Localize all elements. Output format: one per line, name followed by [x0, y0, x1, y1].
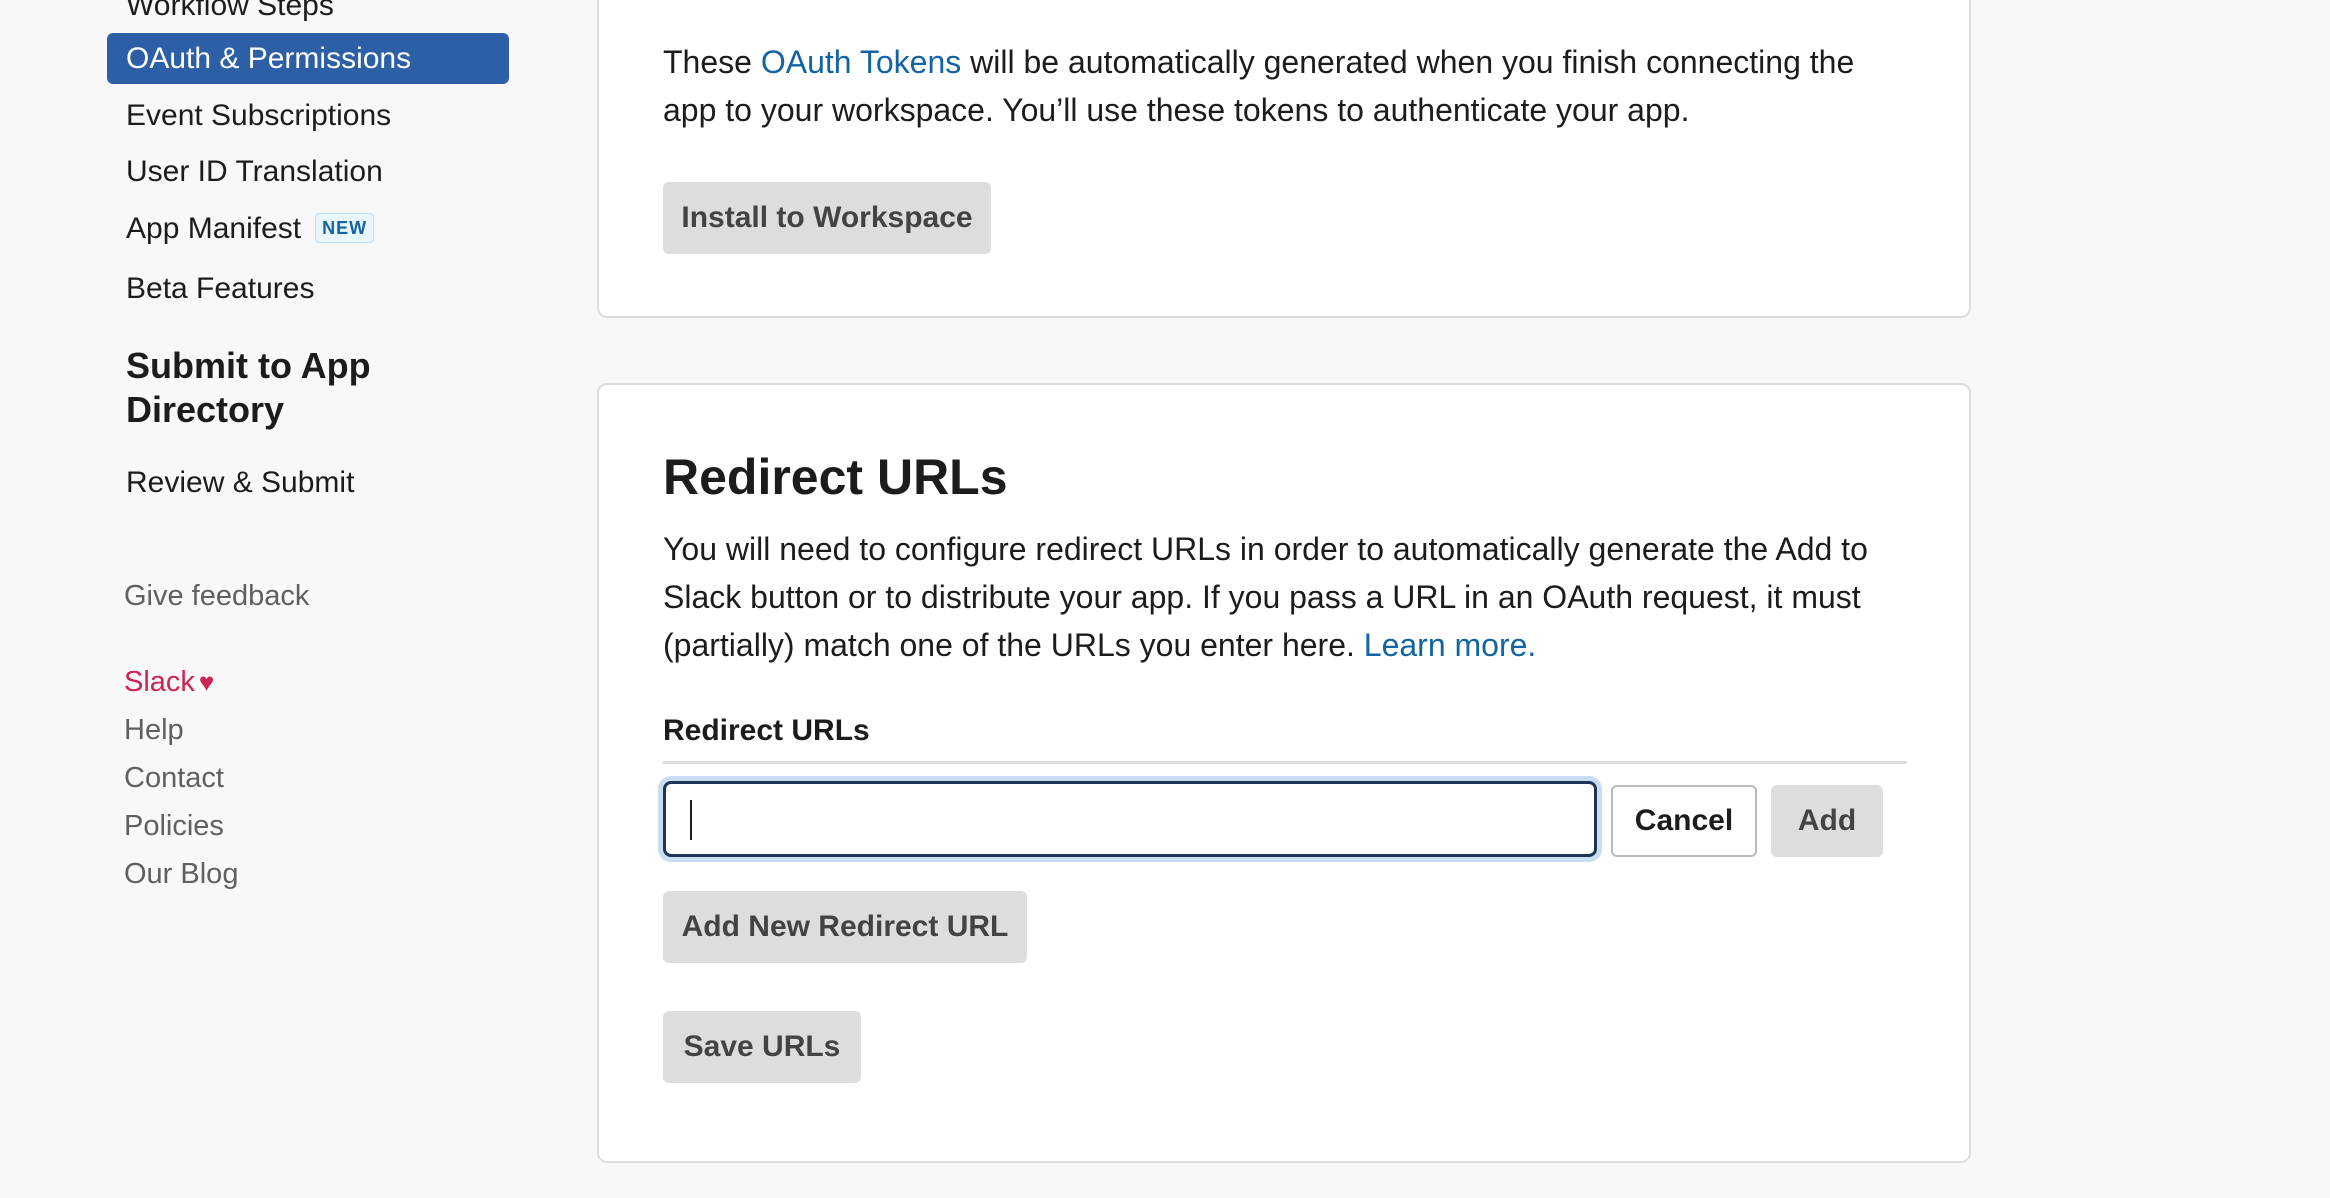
help-link[interactable]: Help	[124, 710, 184, 750]
sidebar-item-event-subscriptions[interactable]: Event Subscriptions	[126, 96, 391, 136]
text-caret	[690, 800, 692, 840]
cancel-button[interactable]: Cancel	[1611, 785, 1757, 857]
submit-section-heading: Submit to App Directory	[126, 345, 371, 430]
redirect-urls-title: Redirect URLs	[663, 449, 1008, 505]
heart-icon: ♥	[198, 667, 215, 697]
redirect-urls-field-label: Redirect URLs	[663, 714, 870, 747]
redirect-urls-card: Redirect URLs You will need to configure…	[597, 383, 1971, 1163]
oauth-tokens-card: These OAuth Tokens will be automatically…	[597, 0, 1971, 318]
sidebar-item-user-id-translation[interactable]: User ID Translation	[126, 152, 383, 192]
sidebar-item-beta-features[interactable]: Beta Features	[126, 269, 314, 309]
install-to-workspace-button[interactable]: Install to Workspace	[663, 182, 991, 254]
slack-link-label: Slack	[124, 666, 195, 698]
redirect-urls-description: You will need to configure redirect URLs…	[663, 525, 1913, 669]
sidebar-item-oauth-permissions[interactable]: OAuth & Permissions	[107, 33, 509, 84]
sidebar-item-review-submit[interactable]: Review & Submit	[126, 463, 354, 503]
oauth-tokens-description: These OAuth Tokens will be automatically…	[663, 38, 1913, 134]
give-feedback-link[interactable]: Give feedback	[124, 576, 309, 616]
save-urls-button[interactable]: Save URLs	[663, 1011, 861, 1083]
slack-link[interactable]: Slack ♥	[124, 662, 214, 702]
oauth-tokens-link[interactable]: OAuth Tokens	[761, 44, 961, 80]
redirect-description-text: You will need to configure redirect URLs…	[663, 531, 1868, 663]
sidebar: Workflow Steps OAuth & Permissions Event…	[0, 0, 560, 1198]
contact-link[interactable]: Contact	[124, 758, 224, 798]
add-button[interactable]: Add	[1771, 785, 1883, 857]
learn-more-link[interactable]: Learn more.	[1364, 627, 1537, 663]
sidebar-item-app-manifest[interactable]: App Manifest NEW	[126, 209, 375, 249]
add-new-redirect-url-button[interactable]: Add New Redirect URL	[663, 891, 1027, 963]
new-badge: NEW	[315, 213, 375, 243]
field-divider	[663, 761, 1907, 764]
tokens-text-before: These	[663, 44, 761, 80]
sidebar-item-label: App Manifest	[126, 212, 302, 245]
blog-link[interactable]: Our Blog	[124, 854, 238, 894]
sidebar-item-workflow-steps[interactable]: Workflow Steps	[126, 0, 334, 26]
redirect-url-input[interactable]	[663, 781, 1597, 857]
policies-link[interactable]: Policies	[124, 806, 224, 846]
